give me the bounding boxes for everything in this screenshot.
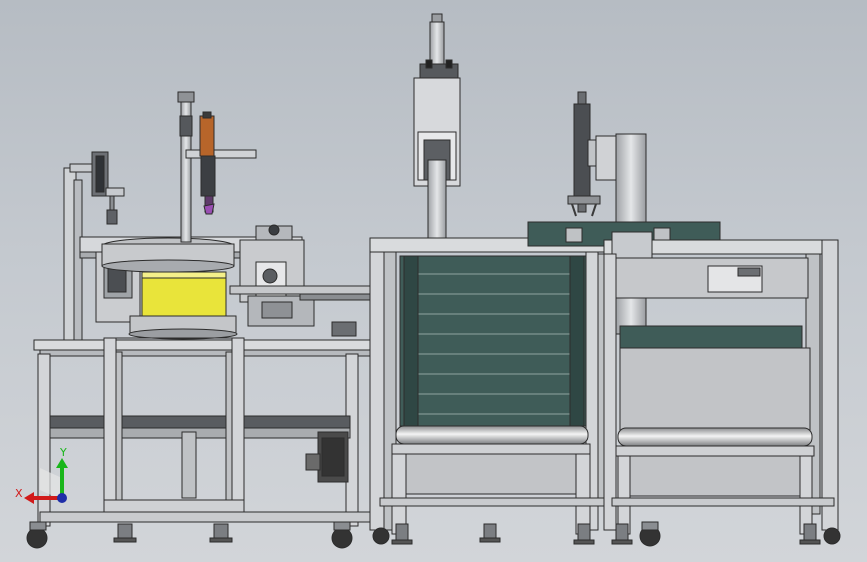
screwdriver-column	[180, 91, 192, 243]
left-station	[26, 91, 377, 549]
cad-viewport[interactable]: Y X	[0, 0, 867, 562]
caster-wheel	[26, 527, 48, 549]
arm-crossbar	[185, 149, 257, 159]
lower-conveyor	[49, 415, 351, 429]
x-axis-label: X	[15, 487, 23, 500]
roller-right	[617, 427, 813, 447]
machine-assembly-drawing[interactable]: Y X	[0, 0, 867, 562]
tray-stack	[399, 255, 587, 427]
lower-table	[33, 339, 375, 351]
middle-station	[369, 13, 615, 545]
electric-screwdriver	[199, 115, 215, 157]
linear-rail	[229, 285, 377, 295]
roller-left	[395, 425, 589, 445]
y-axis-label: Y	[59, 446, 67, 459]
vibratory-bowl	[141, 271, 227, 321]
z-axis-point	[57, 493, 67, 503]
lower-belt	[619, 325, 803, 349]
